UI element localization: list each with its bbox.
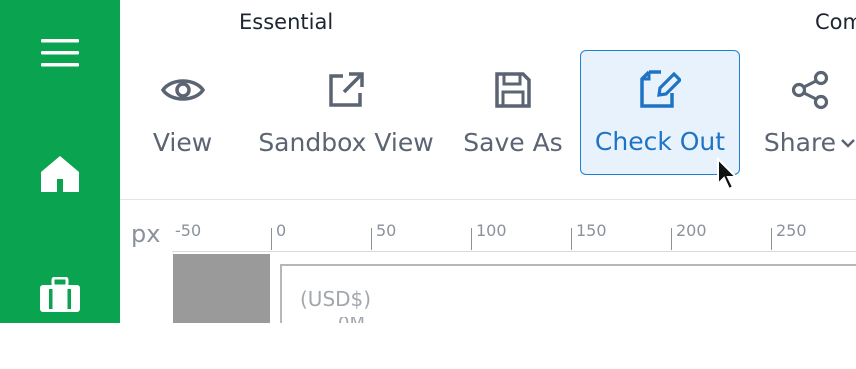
briefcase-button[interactable] bbox=[36, 271, 84, 319]
share-label: Share bbox=[763, 128, 837, 157]
chevron-down-icon[interactable] bbox=[840, 137, 856, 149]
ruler-tick-label: 0 bbox=[276, 221, 287, 240]
axis-currency-label: (USD$) bbox=[300, 287, 372, 311]
edit-document-icon bbox=[640, 70, 681, 108]
group-label-essential: Essential bbox=[239, 10, 334, 34]
hamburger-menu-icon bbox=[41, 39, 79, 67]
ruler-tick-label: 250 bbox=[776, 221, 807, 240]
home-button[interactable] bbox=[36, 150, 84, 198]
briefcase-icon bbox=[40, 277, 80, 312]
check-out-label: Check Out bbox=[594, 127, 726, 156]
axis-value-label: 0M bbox=[338, 317, 365, 323]
view-label: View bbox=[152, 128, 213, 157]
share-button[interactable]: Share bbox=[750, 52, 856, 175]
ruler-tick-label: 200 bbox=[676, 221, 707, 240]
canvas-margin-block bbox=[173, 254, 270, 323]
save-as-button[interactable]: Save As bbox=[453, 52, 573, 175]
mouse-pointer-icon bbox=[717, 157, 738, 191]
ruler-tick bbox=[671, 228, 672, 250]
ruler-tick-label: -50 bbox=[175, 221, 202, 240]
ruler-area: px -50 0 50 100 150 200 250 (USD$) 0M bbox=[120, 200, 856, 323]
ribbon-toolbar: Essential Com View Sandbox View Save As … bbox=[120, 0, 856, 200]
app-sidebar bbox=[0, 0, 120, 323]
ruler-tick-label: 100 bbox=[476, 221, 507, 240]
save-disk-icon bbox=[495, 72, 531, 108]
view-button[interactable]: View bbox=[140, 52, 225, 175]
ruler-tick-label: 150 bbox=[576, 221, 607, 240]
share-icon bbox=[791, 70, 829, 110]
ruler-tick-label: 50 bbox=[376, 221, 397, 240]
menu-button[interactable] bbox=[36, 29, 84, 77]
ruler-tick bbox=[771, 228, 772, 250]
group-label-collab: Com bbox=[815, 10, 856, 34]
ruler-tick bbox=[271, 228, 272, 250]
sandbox-view-label: Sandbox View bbox=[258, 128, 434, 157]
home-icon bbox=[41, 156, 79, 192]
ruler-tick bbox=[371, 228, 372, 250]
external-link-icon bbox=[329, 72, 364, 107]
ruler-tick bbox=[571, 228, 572, 250]
ruler-baseline bbox=[172, 251, 856, 252]
save-as-label: Save As bbox=[463, 128, 563, 157]
ruler-unit-label: px bbox=[131, 220, 161, 248]
eye-icon bbox=[160, 79, 205, 101]
sandbox-view-button[interactable]: Sandbox View bbox=[248, 52, 444, 175]
ruler-tick bbox=[471, 228, 472, 250]
